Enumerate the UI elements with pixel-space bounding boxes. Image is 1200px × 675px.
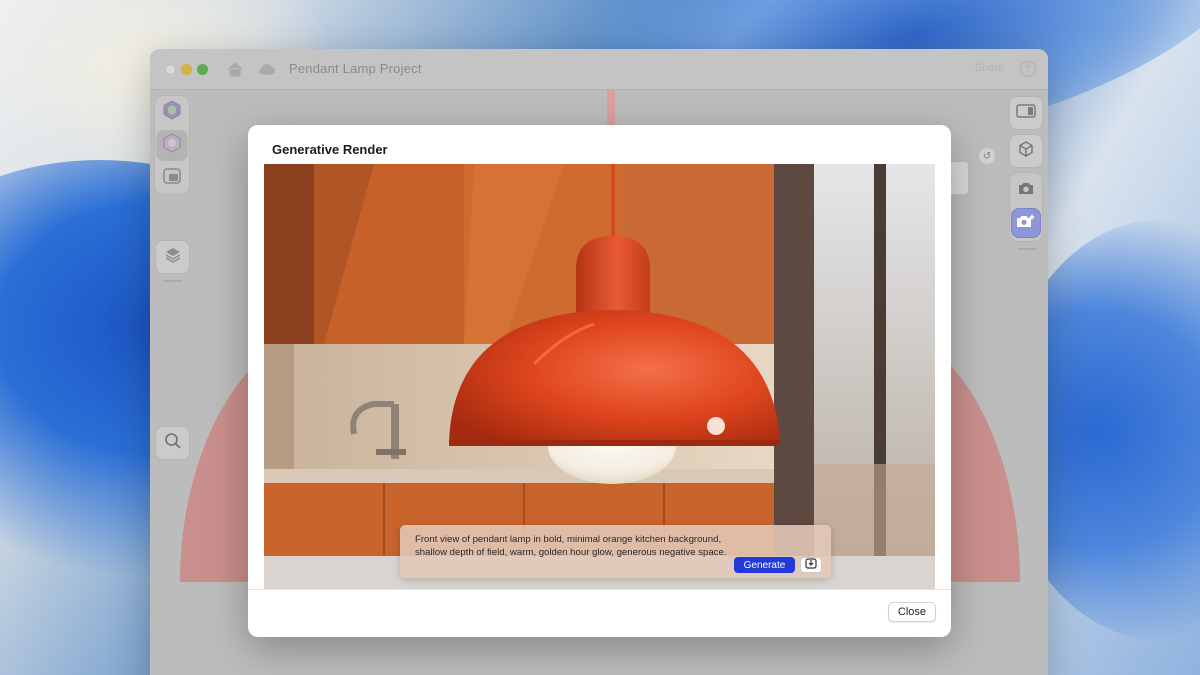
generative-render-dialog: Generative Render Front view of pendant … bbox=[248, 125, 951, 637]
object-3d-button[interactable] bbox=[1009, 134, 1043, 168]
panel-toggle-icon bbox=[1016, 103, 1036, 123]
insert-image-icon bbox=[805, 556, 817, 574]
layers-tool[interactable] bbox=[155, 240, 190, 274]
document-title: Pendant Lamp Project bbox=[289, 61, 422, 76]
home-icon[interactable] bbox=[226, 60, 244, 78]
window-maximize-button[interactable] bbox=[197, 64, 208, 75]
share-button[interactable]: Share bbox=[975, 62, 1004, 74]
object-3d-icon bbox=[1017, 140, 1035, 163]
window-close-button[interactable] bbox=[165, 64, 176, 75]
lamp-cord-preview bbox=[607, 90, 615, 130]
toolbar-divider bbox=[164, 280, 182, 282]
image-texture-tool[interactable] bbox=[156, 163, 188, 193]
generative-camera-icon bbox=[1016, 213, 1036, 234]
close-button[interactable]: Close bbox=[887, 602, 936, 622]
image-texture-icon bbox=[163, 167, 181, 189]
layers-icon bbox=[164, 246, 182, 269]
window-minimize-button[interactable] bbox=[181, 64, 192, 75]
camera-icon bbox=[1017, 181, 1035, 200]
primitives-tool[interactable] bbox=[156, 97, 188, 128]
undo-button[interactable]: ↺ bbox=[979, 148, 995, 164]
shape-primitives-icon bbox=[162, 100, 182, 125]
dialog-title: Generative Render bbox=[272, 142, 388, 157]
panel-toggle-button[interactable] bbox=[1009, 96, 1043, 130]
camera-button[interactable] bbox=[1011, 176, 1041, 204]
generate-button[interactable]: Generate bbox=[734, 557, 795, 573]
dialog-footer-divider bbox=[248, 589, 951, 590]
materials-icon bbox=[162, 133, 182, 158]
undo-icon: ↺ bbox=[982, 150, 992, 162]
prompt-card: Front view of pendant lamp in bold, mini… bbox=[400, 525, 831, 578]
titlebar: Pendant Lamp Project Share ? bbox=[150, 49, 1048, 90]
help-button[interactable]: ? bbox=[1020, 61, 1036, 77]
search-icon bbox=[164, 432, 182, 455]
search-tool[interactable] bbox=[155, 426, 190, 460]
cloud-icon[interactable] bbox=[258, 60, 276, 78]
insert-image-button[interactable] bbox=[800, 557, 822, 573]
materials-tool[interactable] bbox=[156, 130, 188, 161]
right-toolbar-divider bbox=[1018, 248, 1036, 250]
prompt-input[interactable]: Front view of pendant lamp in bold, mini… bbox=[415, 533, 727, 559]
generated-render-image: Front view of pendant lamp in bold, mini… bbox=[264, 164, 935, 589]
generative-render-button[interactable] bbox=[1011, 208, 1041, 238]
